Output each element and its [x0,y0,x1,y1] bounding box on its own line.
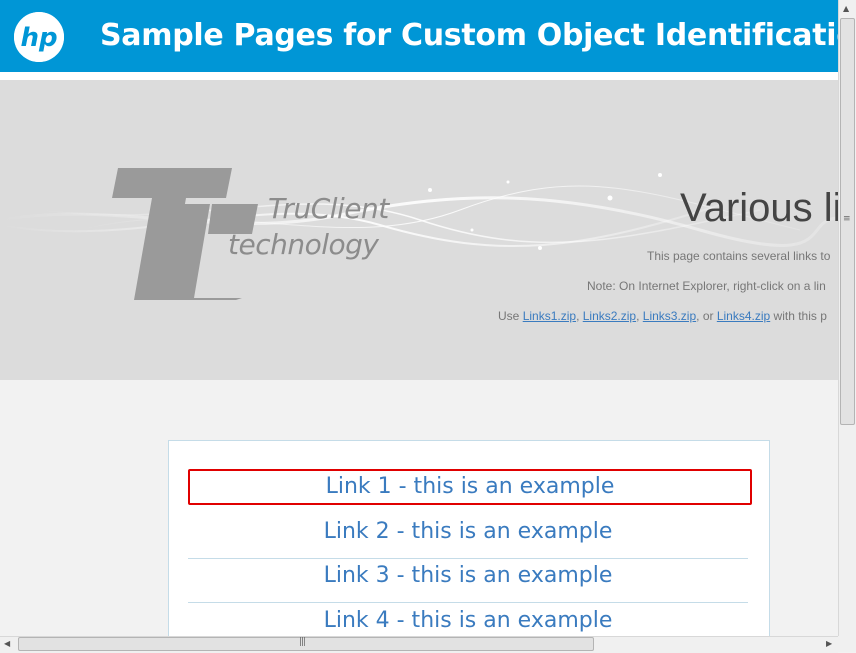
scroll-up-arrow-icon[interactable]: ▲ [843,5,849,13]
banner-note: Note: On Internet Explorer, right-click … [587,279,826,293]
link-3[interactable]: Link 3 - this is an example [188,558,748,603]
page-title: Sample Pages for Custom Object Identific… [100,18,856,53]
link-1[interactable]: Link 1 - this is an example [188,469,752,505]
brand-line-technology: technology [228,228,379,261]
page-header: hp Sample Pages for Custom Object Identi… [0,0,856,72]
horizontal-grip-icon: ||| [299,637,306,647]
zip-text-suffix: with this p [770,309,827,323]
scroll-left-arrow-icon[interactable]: ◀ [4,640,10,648]
zip-text-sep: , or [696,309,717,323]
vertical-grip-icon: ≡ [843,214,850,224]
svg-text:hp: hp [20,23,57,53]
scroll-right-arrow-icon[interactable]: ▶ [826,640,832,648]
links4-zip-link[interactable]: Links4.zip [717,309,770,323]
banner-description: This page contains several links to [647,249,831,263]
header-divider [0,72,838,80]
link-2[interactable]: Link 2 - this is an example [188,514,748,559]
hp-logo-icon: hp [14,12,64,62]
links1-zip-link[interactable]: Links1.zip [523,309,576,323]
banner-zip-instructions: Use Links1.zip, Links2.zip, Links3.zip, … [498,309,827,323]
zip-text-prefix: Use [498,309,523,323]
scrollbar-corner [838,636,856,652]
zip-text-sep: , [636,309,643,323]
truclient-banner: TruClient technology Various li This pag… [0,80,838,380]
links3-zip-link[interactable]: Links3.zip [643,309,696,323]
links2-zip-link[interactable]: Links2.zip [583,309,636,323]
horizontal-scroll-thumb[interactable] [18,637,594,651]
banner-heading: Various li [680,186,838,230]
brand-line-truclient: TruClient [268,192,389,225]
zip-text-sep: , [576,309,583,323]
links-panel: Link 1 - this is an example Link 2 - thi… [168,440,770,641]
